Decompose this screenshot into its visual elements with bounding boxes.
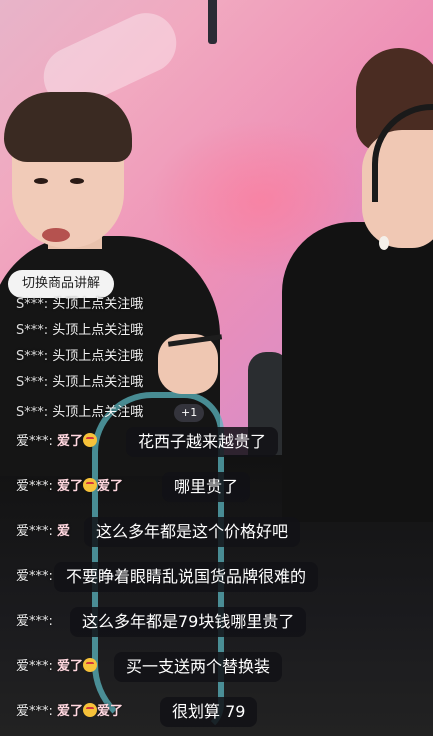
chat-username: 爱***: 爱了 爱了 bbox=[16, 703, 123, 721]
heart-eyes-icon bbox=[83, 658, 98, 672]
chat-username: 爱***: bbox=[16, 613, 53, 631]
chat-username: 爱***: bbox=[16, 568, 53, 586]
chat-username: 爱***: 爱了 bbox=[16, 658, 98, 676]
fan-badge-2: 爱了 bbox=[97, 704, 124, 719]
chat-username: 爱***: 爱了 bbox=[16, 433, 98, 451]
ticker-user: S***: bbox=[16, 405, 49, 420]
fan-badge: 爱了 bbox=[57, 479, 84, 494]
fan-badge: 爱了 bbox=[57, 659, 84, 674]
ticker-line: S***: 头顶上点关注哦 bbox=[16, 322, 143, 340]
cohost-earring bbox=[379, 236, 389, 250]
ticker-user: S***: bbox=[16, 297, 49, 312]
chat-row: 爱***: 爱 这么多年都是这个价格好吧 bbox=[0, 515, 433, 549]
chat-row: 爱***: 爱了 爱了 哪里贵了 bbox=[0, 470, 433, 504]
heart-eyes-icon bbox=[83, 433, 98, 447]
fan-badge: 爱了 bbox=[57, 434, 84, 449]
ticker-line: S***: 头顶上点关注哦 bbox=[16, 374, 143, 392]
chat-row: 爱***: 爱了 买一支送两个替换装 bbox=[0, 650, 433, 684]
ticker-line: S***: 头顶上点关注哦 bbox=[16, 296, 143, 314]
heart-eyes-icon bbox=[83, 478, 98, 492]
chat-row: 爱***: 这么多年都是79块钱哪里贵了 bbox=[0, 605, 433, 639]
chat-user: 爱***: bbox=[16, 614, 53, 629]
chat-username: 爱***: 爱 bbox=[16, 523, 70, 541]
chat-message: 这么多年都是这个价格好吧 bbox=[84, 517, 301, 547]
ticker-user: S***: bbox=[16, 375, 49, 390]
chat-message: 很划算 79 bbox=[160, 697, 258, 727]
ticker-line: S***: 头顶上点关注哦 bbox=[16, 348, 143, 366]
chat-user: 爱***: bbox=[16, 569, 53, 584]
chat-message: 花西子越来越贵了 bbox=[126, 427, 279, 457]
chat-user: 爱***: bbox=[16, 434, 53, 449]
plus-count-badge: +1 bbox=[174, 404, 205, 422]
ticker-text: 头顶上点关注哦 bbox=[52, 323, 144, 338]
chat-message: 不要睁着眼睛乱说国货品牌很难的 bbox=[54, 562, 319, 592]
host-eye-right bbox=[70, 178, 84, 184]
chat-user: 爱***: bbox=[16, 659, 53, 674]
chat-row: 爱***: 爱了 花西子越来越贵了 bbox=[0, 425, 433, 459]
fan-badge: 爱 bbox=[57, 524, 71, 539]
ticker-user: S***: bbox=[16, 323, 49, 338]
ticker-text: 头顶上点关注哦 bbox=[52, 405, 144, 420]
chat-user: 爱***: bbox=[16, 524, 53, 539]
chat-message: 哪里贵了 bbox=[162, 472, 251, 502]
ticker-text: 头顶上点关注哦 bbox=[52, 375, 144, 390]
ticker-user: S***: bbox=[16, 349, 49, 364]
ticker-line: S***: 头顶上点关注哦 bbox=[16, 404, 143, 422]
mic-stand bbox=[208, 0, 217, 44]
fan-badge: 爱了 bbox=[57, 704, 84, 719]
live-stream-view: 切换商品讲解 S***: 头顶上点关注哦 S***: 头顶上点关注哦 S***:… bbox=[0, 0, 433, 736]
fan-badge-2: 爱了 bbox=[97, 479, 124, 494]
chat-message: 这么多年都是79块钱哪里贵了 bbox=[70, 607, 307, 637]
host-hair bbox=[4, 92, 132, 162]
host-mouth bbox=[42, 228, 70, 242]
chat-row: 爱***: 不要睁着眼睛乱说国货品牌很难的 bbox=[0, 560, 433, 594]
chat-user: 爱***: bbox=[16, 479, 53, 494]
chat-username: 爱***: 爱了 爱了 bbox=[16, 478, 123, 496]
host-eye-left bbox=[34, 178, 48, 184]
switch-product-explanation-button[interactable]: 切换商品讲解 bbox=[8, 270, 115, 298]
ticker-text: 头顶上点关注哦 bbox=[52, 349, 144, 364]
ticker-text: 头顶上点关注哦 bbox=[52, 297, 144, 312]
chat-user: 爱***: bbox=[16, 704, 53, 719]
heart-eyes-icon bbox=[83, 703, 98, 717]
chat-row: 爱***: 爱了 爱了 很划算 79 bbox=[0, 695, 433, 729]
chat-message: 买一支送两个替换装 bbox=[114, 652, 283, 682]
